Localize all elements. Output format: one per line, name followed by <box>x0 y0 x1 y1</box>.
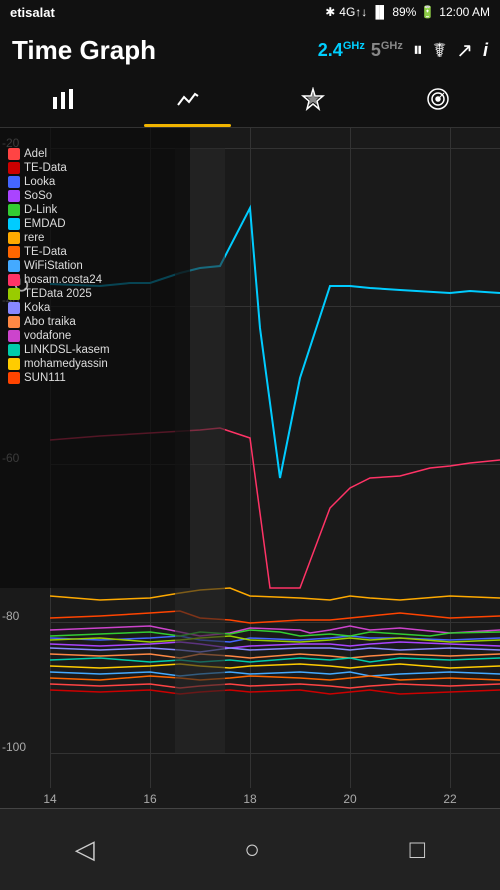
tab-bar-chart[interactable] <box>0 76 125 127</box>
legend-color-linkdsl <box>8 344 20 356</box>
header-icons: ⏸ ☤ ↗ i <box>413 38 488 63</box>
page-title: Time Graph <box>12 35 308 66</box>
legend-color-wifistation <box>8 260 20 272</box>
legend-item-tedata2: TE-Data <box>8 246 110 258</box>
legend-item-vodafone: vodafone <box>8 330 110 342</box>
line-rere <box>50 588 500 600</box>
line-tedata-red <box>50 690 500 694</box>
y-label-100: -100 <box>2 740 26 754</box>
legend-color-tedata1 <box>8 162 20 174</box>
time-label: 12:00 AM <box>439 5 490 19</box>
header: Time Graph 2.4GHz 5GHz ⏸ ☤ ↗ i <box>0 24 500 76</box>
carrier-label: etisalat <box>10 5 55 20</box>
line-soso <box>50 642 500 648</box>
legend-item-koka: Koka <box>8 302 110 314</box>
legend-item-sun111: SUN111 <box>8 372 110 384</box>
legend-item-dlink: D-Link <box>8 204 110 216</box>
signal-icon: ▐▌ <box>371 5 388 19</box>
pause-icon[interactable]: ⏸ <box>413 39 423 62</box>
time-graph-icon <box>176 87 200 117</box>
freq-24-button[interactable]: 2.4GHz <box>318 40 365 61</box>
legend-color-abotraika <box>8 316 20 328</box>
legend-color-koka <box>8 302 20 314</box>
x-label-16: 16 <box>143 792 156 806</box>
tab-time-graph[interactable] <box>125 76 250 127</box>
tab-radar[interactable] <box>375 76 500 127</box>
line-abotraika <box>50 654 500 658</box>
tab-bar <box>0 76 500 128</box>
bluetooth-icon: ✱ <box>325 5 335 19</box>
battery-label: 89% <box>392 5 416 19</box>
x-label-22: 22 <box>443 792 456 806</box>
line-mohamedyassin <box>50 664 500 668</box>
line-linkdsl <box>50 658 500 662</box>
back-button[interactable]: ◁ <box>55 824 115 875</box>
legend: Adel TE-Data Looka SoSo D-Link EMDAD rer… <box>8 148 110 384</box>
legend-color-looka <box>8 176 20 188</box>
legend-item-wifistation: WiFiStation <box>8 260 110 272</box>
freq-5-button[interactable]: 5GHz <box>371 40 403 61</box>
legend-color-soso <box>8 190 20 202</box>
stethoscope-icon[interactable]: ☤ <box>433 38 446 63</box>
line-sun111 <box>50 611 500 623</box>
battery-icon: 🔋 <box>420 5 435 19</box>
chart-area: -20 -40 -60 -80 -100 14 16 18 20 22 ↻ Ad… <box>0 128 500 808</box>
legend-color-rere <box>8 232 20 244</box>
export-icon[interactable]: ↗ <box>456 38 473 63</box>
line-koka <box>50 648 500 652</box>
legend-color-dlink <box>8 204 20 216</box>
status-icons: ✱ 4G↑↓ ▐▌ 89% 🔋 12:00 AM <box>325 5 490 19</box>
bottom-nav: ◁ ○ □ <box>0 808 500 890</box>
legend-color-emdad <box>8 218 20 230</box>
legend-item-rere: rere <box>8 232 110 244</box>
legend-color-sun111 <box>8 372 20 384</box>
legend-item-abotraika: Abo traika <box>8 316 110 328</box>
legend-item-adel: Adel <box>8 148 110 160</box>
legend-item-hosam: hosam.costa24 <box>8 274 110 286</box>
legend-color-tedata2025 <box>8 288 20 300</box>
legend-item-mohamedyassin: mohamedyassin <box>8 358 110 370</box>
line-wifistation <box>50 672 500 676</box>
legend-color-hosam <box>8 274 20 286</box>
x-label-14: 14 <box>43 792 56 806</box>
line-adel <box>50 684 500 688</box>
y-label-80: -80 <box>2 609 19 623</box>
tab-rating[interactable] <box>250 76 375 127</box>
home-button[interactable]: ○ <box>224 824 280 875</box>
star-icon <box>301 87 325 117</box>
line-tedata-orange <box>50 676 500 680</box>
legend-color-vodafone <box>8 330 20 342</box>
bar-chart-icon <box>51 87 75 117</box>
network-icon: 4G↑↓ <box>339 5 367 19</box>
legend-item-linkdsl: LINKDSL-kasem <box>8 344 110 356</box>
recent-button[interactable]: □ <box>390 824 446 875</box>
legend-item-tedata2025: TEData 2025 <box>8 288 110 300</box>
legend-color-tedata2 <box>8 246 20 258</box>
legend-item-soso: SoSo <box>8 190 110 202</box>
x-label-20: 20 <box>343 792 356 806</box>
freq-controls: 2.4GHz 5GHz <box>318 40 403 61</box>
legend-item-emdad: EMDAD <box>8 218 110 230</box>
legend-item-tedata1: TE-Data <box>8 162 110 174</box>
legend-item-looka: Looka <box>8 176 110 188</box>
legend-color-adel <box>8 148 20 160</box>
legend-color-mohamedyassin <box>8 358 20 370</box>
status-bar: etisalat ✱ 4G↑↓ ▐▌ 89% 🔋 12:00 AM <box>0 0 500 24</box>
radar-icon <box>426 87 450 117</box>
info-icon[interactable]: i <box>483 40 488 61</box>
x-label-18: 18 <box>243 792 256 806</box>
